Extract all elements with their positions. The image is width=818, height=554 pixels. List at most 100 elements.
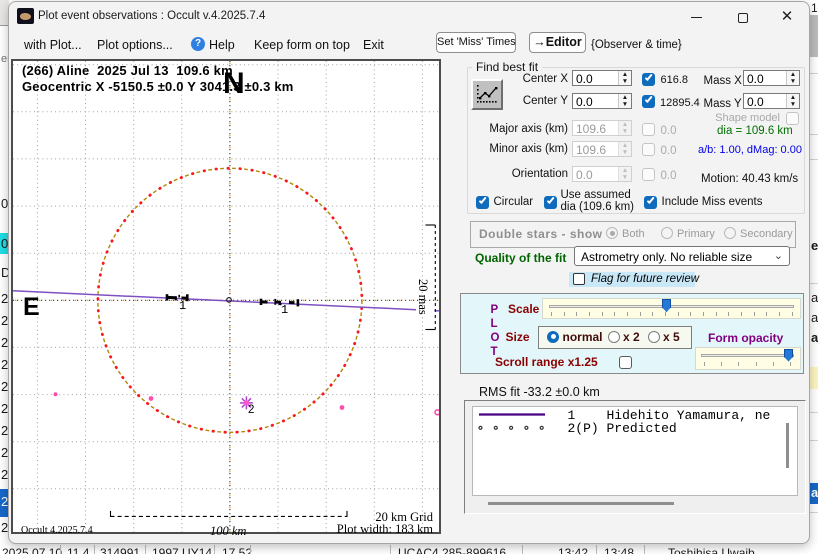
bg-text-fragment: e [811, 238, 818, 253]
double-secondary-radio[interactable] [724, 227, 736, 239]
include-miss-checkbox[interactable] [644, 196, 657, 209]
legend-vertical-scrollbar[interactable] [786, 423, 789, 468]
major-axis-checkbox[interactable] [642, 123, 655, 136]
menu-help[interactable]: Help [209, 38, 235, 52]
slider-groove [549, 305, 794, 308]
shape-model-checkbox[interactable] [786, 112, 799, 125]
center-x-label: Center X [488, 73, 568, 85]
background-table-row: 2025 07 10 11.4 314991 1997 UY14 17.52 U… [0, 545, 818, 554]
spin-down-icon[interactable]: ▼ [619, 101, 631, 108]
quality-label: Quality of the fit [475, 251, 566, 265]
circular-checkbox[interactable] [476, 196, 489, 209]
editor-button[interactable]: →Editor [529, 32, 586, 53]
bg-cell-time2: 13:48 [604, 546, 634, 554]
double-stars-title: Double stars - show [479, 227, 603, 241]
scroll-range-checkbox[interactable] [619, 356, 632, 369]
spin-up-icon[interactable]: ▲ [619, 94, 631, 101]
maximize-icon [738, 13, 748, 23]
quality-combobox[interactable]: Astrometry only. No reliable size ⌄ [574, 246, 790, 266]
set-miss-times-button[interactable]: Set 'Miss' Times [436, 32, 516, 53]
spinner-buttons: ▲▼ [618, 142, 631, 156]
spinner-buttons[interactable]: ▲▼ [618, 94, 631, 108]
orientation-spinner[interactable]: 0.0 ▲▼ [572, 166, 632, 182]
bg-yellow-cell [810, 367, 818, 389]
circular-label: Circular [494, 196, 534, 208]
center-x-spinner[interactable]: 0.0 ▲▼ [572, 70, 632, 86]
title-bar[interactable]: Plot event observations : Occult v.4.202… [9, 2, 809, 31]
size-normal-radio[interactable] [547, 331, 559, 343]
rms-fit-label: RMS fit -33.2 ±0.0 km [479, 385, 600, 399]
slider-groove [701, 354, 794, 357]
spin-up-icon[interactable]: ▲ [787, 71, 799, 78]
window-title: Plot event observations : Occult v.4.202… [38, 10, 265, 22]
legend-list[interactable]: 1 Hidehito Yamamura, ne 2(P) Predicted [472, 406, 798, 496]
use-assumed-checkbox[interactable] [544, 196, 557, 209]
bg-cell-mag: 11.4 [67, 546, 89, 554]
double-both-label: Both [622, 228, 645, 240]
flag-review-label: Flag for future review [591, 273, 699, 285]
minor-axis-spinner[interactable]: 109.6 ▲▼ [572, 141, 632, 157]
menu-exit[interactable]: Exit [363, 38, 384, 52]
spin-up-icon[interactable]: ▲ [619, 71, 631, 78]
bg-cell-time1: 13:42 [558, 546, 588, 554]
spinner-buttons[interactable]: ▲▼ [786, 71, 799, 85]
orientation-label: Orientation [468, 168, 568, 180]
mass-y-spinner[interactable]: 0.0 ▲▼ [743, 93, 800, 109]
major-axis-spinner[interactable]: 109.6 ▲▼ [572, 120, 632, 136]
minimize-icon [691, 17, 702, 18]
minor-axis-label: Minor axis (km) [468, 143, 568, 155]
spin-down-icon[interactable]: ▼ [619, 78, 631, 85]
size-x5-radio[interactable] [648, 331, 660, 343]
bg-text-fragment: a [811, 310, 818, 325]
spinner-buttons[interactable]: ▲▼ [786, 94, 799, 108]
background-window-right-strip: 1 e a a a a [810, 0, 818, 554]
diameter-label: dia = 109.6 km [717, 125, 793, 137]
center-y-spinner[interactable]: 0.0 ▲▼ [572, 93, 632, 109]
scale-slider[interactable] [542, 298, 801, 319]
spin-down-icon[interactable]: ▼ [787, 101, 799, 108]
plot-letter-o: O [491, 333, 500, 344]
minimize-button[interactable] [674, 2, 718, 31]
menu-with-plot[interactable]: with Plot... [24, 38, 82, 52]
plot-letter-p: P [491, 305, 499, 316]
orientation-zero: 0.0 [661, 170, 677, 182]
legend-horizontal-scrollbar[interactable] [488, 502, 674, 506]
size-x2-radio[interactable] [608, 331, 620, 343]
menu-plot-options[interactable]: Plot options... [97, 38, 173, 52]
scroll-range-label: Scroll range x1.25 [495, 355, 598, 369]
close-button[interactable]: ✕ [765, 2, 809, 31]
fit-y-checkbox[interactable] [642, 95, 655, 108]
bg-cell-mag2: 17.52 [222, 546, 252, 554]
minor-axis-checkbox[interactable] [642, 143, 655, 156]
legend-swatches [473, 407, 563, 437]
use-assumed-label-line2: dia (109.6 km) [561, 201, 635, 213]
size-normal-label: normal [563, 330, 603, 344]
controls-panel: Find best fit Center X [9, 59, 810, 544]
spin-down-icon[interactable]: ▼ [787, 78, 799, 85]
double-both-radio[interactable] [606, 227, 618, 239]
orientation-checkbox[interactable] [642, 168, 655, 181]
flag-review-checkbox[interactable] [573, 273, 585, 285]
shape-model-label: Shape model [708, 112, 780, 124]
help-icon[interactable]: ? [191, 37, 205, 51]
bg-text-fragment: a [811, 290, 818, 305]
spinner-buttons[interactable]: ▲▼ [618, 71, 631, 85]
mass-x-spinner[interactable]: 0.0 ▲▼ [743, 70, 800, 86]
bg-gray-block [810, 15, 818, 57]
motion-label: Motion: 40.43 km/s [701, 173, 798, 185]
legend-row-2[interactable]: 2(P) Predicted [568, 421, 677, 436]
bg-text-fragment: a [811, 330, 818, 345]
axis-ratio-label: a/b: 1.00, dMag: 0.00 [698, 144, 802, 156]
asteroid-icon [20, 13, 31, 20]
form-opacity-slider[interactable] [695, 341, 801, 372]
menu-keep-on-top[interactable]: Keep form on top [254, 38, 350, 52]
spin-up-icon[interactable]: ▲ [787, 94, 799, 101]
spinner-buttons: ▲▼ [618, 121, 631, 135]
plot-event-observations-window: Plot event observations : Occult v.4.202… [8, 1, 810, 544]
slider-ticks [704, 362, 791, 366]
maximize-button[interactable] [721, 2, 765, 31]
use-assumed-label-line1: Use assumed [561, 189, 631, 201]
scale-slider-thumb[interactable] [662, 299, 671, 312]
double-primary-radio[interactable] [661, 227, 673, 239]
fit-x-checkbox[interactable] [642, 73, 655, 86]
